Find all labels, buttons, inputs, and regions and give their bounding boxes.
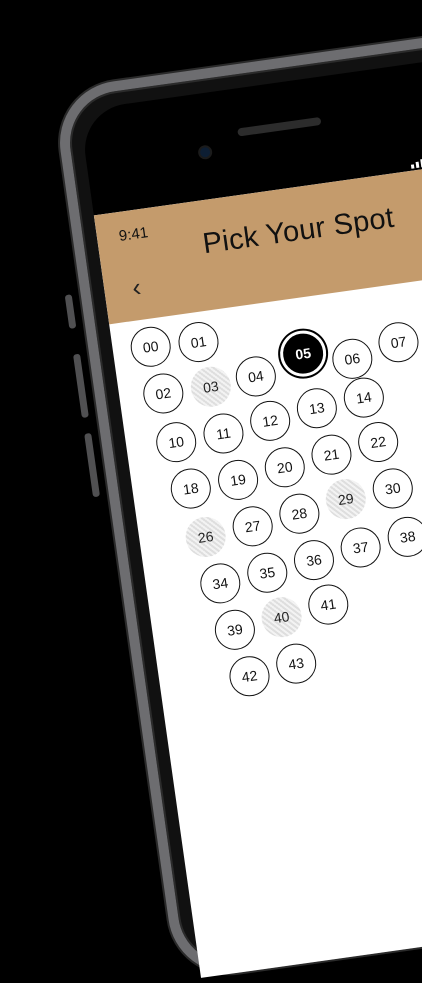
spot-06[interactable]: 06 <box>329 336 375 382</box>
spot-12[interactable]: 12 <box>247 398 293 444</box>
signal-strength-icon <box>410 156 422 169</box>
spot-13[interactable]: 13 <box>294 385 340 431</box>
spot-10[interactable]: 10 <box>153 419 199 465</box>
spot-27[interactable]: 27 <box>230 503 276 549</box>
spot-42[interactable]: 42 <box>226 653 273 699</box>
spot-grid: 00 01 02 03 04 05 06 07 10 11 12 13 14 18 19 20 21 22 26 27… <box>109 261 422 978</box>
spot-19[interactable]: 19 <box>215 457 261 503</box>
spot-43[interactable]: 43 <box>273 641 319 687</box>
page-title: Pick Your Spot <box>200 201 397 261</box>
spot-05-selected[interactable]: 05 <box>280 331 326 377</box>
spot-30[interactable]: 30 <box>370 465 416 512</box>
spot-07[interactable]: 07 <box>375 319 422 365</box>
spot-01[interactable]: 01 <box>175 319 222 365</box>
spot-03: 03 <box>188 364 234 410</box>
spot-40: 40 <box>259 594 305 640</box>
spot-21[interactable]: 21 <box>308 432 355 478</box>
phone-volume-down-button <box>84 432 101 498</box>
chevron-left-icon[interactable]: ‹ <box>130 272 143 304</box>
spot-04[interactable]: 04 <box>233 353 279 400</box>
spot-20[interactable]: 20 <box>262 444 308 490</box>
status-time: 9:41 <box>117 224 150 246</box>
spot-41[interactable]: 41 <box>305 581 351 628</box>
phone-volume-up-button <box>73 353 89 419</box>
spot-14[interactable]: 14 <box>341 375 387 421</box>
spot-18[interactable]: 18 <box>168 465 214 512</box>
phone-mute-switch <box>64 294 77 329</box>
spot-00[interactable]: 00 <box>128 324 174 370</box>
spot-38[interactable]: 38 <box>385 514 422 560</box>
phone-mockup: 9:41 ‹ Pick Your Spot 00 01 02 03 04 05 06 07 10… <box>52 23 422 982</box>
spot-34[interactable]: 34 <box>197 560 243 606</box>
spot-22[interactable]: 22 <box>355 419 401 465</box>
spot-28[interactable]: 28 <box>276 491 322 537</box>
app-screen: 9:41 ‹ Pick Your Spot 00 01 02 03 04 05 06 07 10… <box>93 151 422 978</box>
spot-39[interactable]: 39 <box>212 607 258 653</box>
spot-35[interactable]: 35 <box>244 550 290 596</box>
spot-36[interactable]: 36 <box>291 537 337 583</box>
spot-37[interactable]: 37 <box>338 524 384 571</box>
spot-02[interactable]: 02 <box>140 370 186 417</box>
spot-29: 29 <box>323 476 369 522</box>
spot-26: 26 <box>183 514 229 560</box>
spot-11[interactable]: 11 <box>200 410 247 457</box>
